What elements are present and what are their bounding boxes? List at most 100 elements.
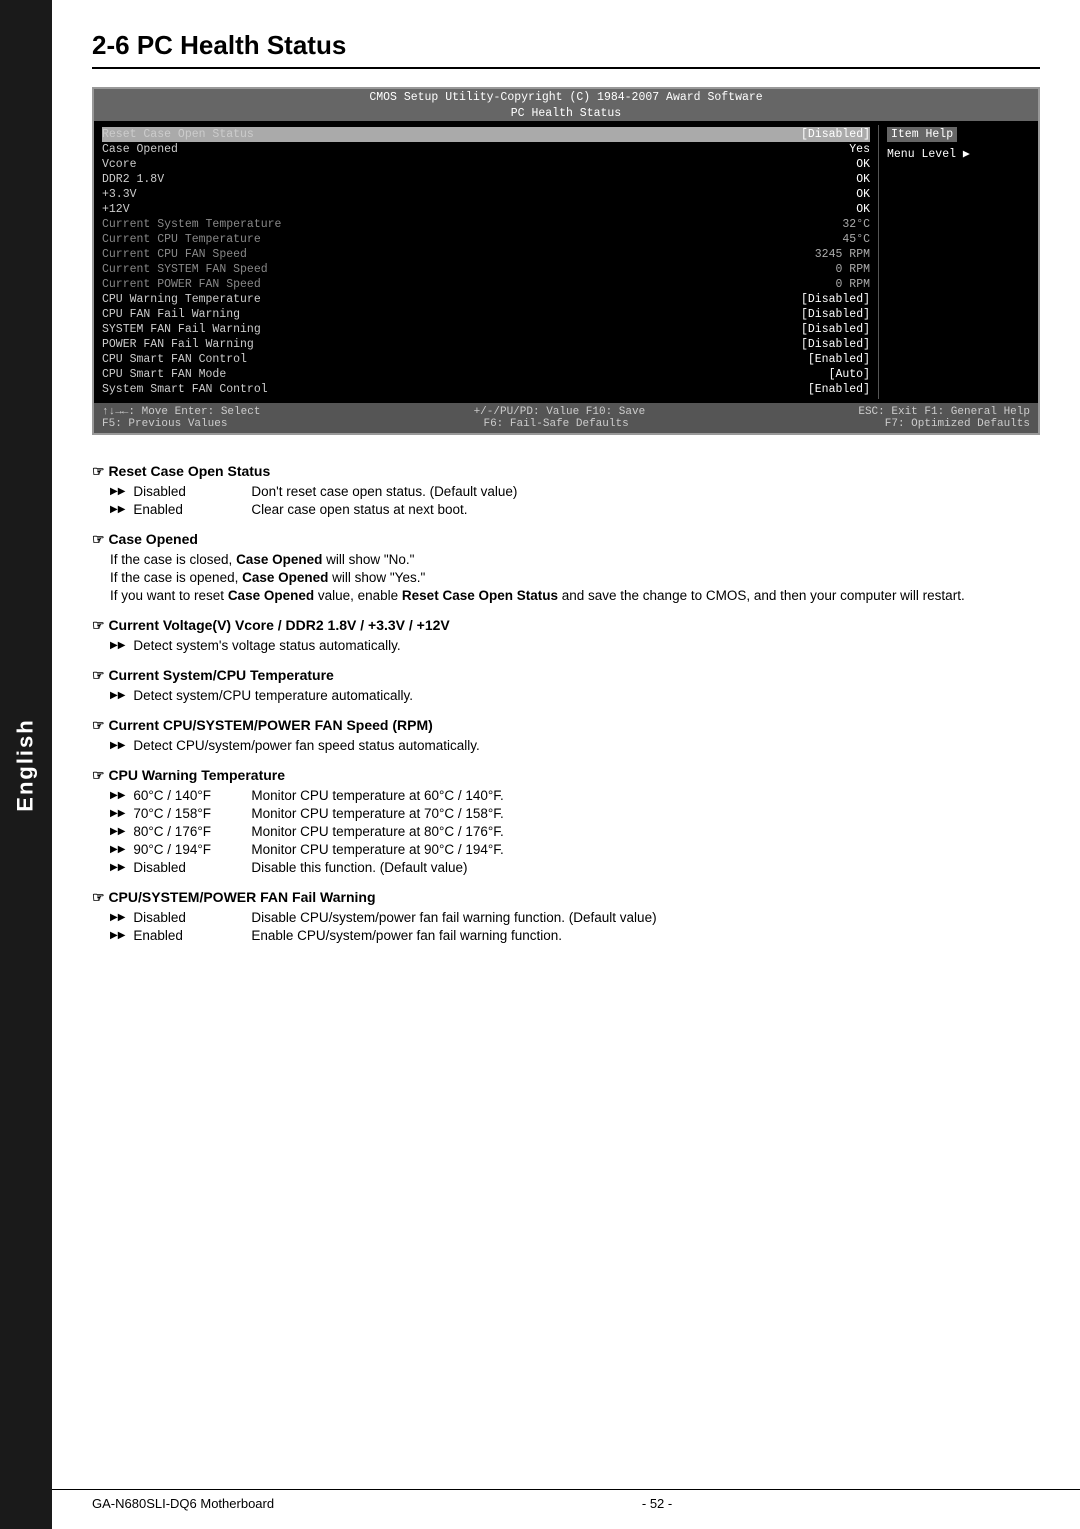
bullet-item: 70°C / 158°F Monitor CPU temperature at 7… [110,806,1040,821]
bullet-item: Detect system's voltage status automatic… [110,638,1040,653]
bullet-desc: Clear case open status at next boot. [251,502,467,517]
section-title: ☞ Current System/CPU Temperature [92,667,1040,684]
section-title: ☞ Current CPU/SYSTEM/POWER FAN Speed (RP… [92,717,1040,734]
section-title: ☞ CPU/SYSTEM/POWER FAN Fail Warning [92,889,1040,906]
section-title: ☞ Reset Case Open Status [92,463,1040,480]
bullet-label: Enabled [133,928,243,943]
footer-page: - 52 - [642,1496,672,1511]
bullet-item: 90°C / 194°F Monitor CPU temperature at 9… [110,842,1040,857]
bullet-item: Detect system/CPU temperature automatica… [110,688,1040,703]
bullet-item: 60°C / 140°F Monitor CPU temperature at 6… [110,788,1040,803]
section-title-text: PC Health Status [137,30,347,60]
section-body: Detect CPU/system/power fan speed status… [92,738,1040,753]
section-title: ☞ Case Opened [92,531,1040,548]
bullet-label: 60°C / 140°F [133,788,243,803]
bios-row: DDR2 1.8VOK [102,172,870,187]
bullet-item: Detect CPU/system/power fan speed status… [110,738,1040,753]
bios-footer-col6: F7: Optimized Defaults [885,418,1030,430]
bios-body: Reset Case Open Status[Disabled]Case Ope… [94,121,1038,403]
para-text: If the case is closed, Case Opened will … [110,552,1040,567]
bios-left-panel: Reset Case Open Status[Disabled]Case Ope… [94,125,878,399]
bullet-label: 70°C / 158°F [133,806,243,821]
bullet-label: Disabled [133,910,243,925]
footer-model: GA-N680SLI-DQ6 Motherboard [92,1496,274,1511]
section-current-fan: ☞ Current CPU/SYSTEM/POWER FAN Speed (RP… [92,717,1040,753]
bios-row: POWER FAN Fail Warning[Disabled] [102,337,870,352]
sections-container: ☞ Reset Case Open Status Disabled Don't re… [92,463,1040,943]
para-text: If the case is opened, Case Opened will … [110,570,1040,585]
page-title: 2-6 PC Health Status [92,30,1040,69]
sidebar-label: English [13,718,39,811]
sidebar: English [0,0,52,1529]
bios-header: CMOS Setup Utility-Copyright (C) 1984-20… [94,89,1038,106]
page-footer: GA-N680SLI-DQ6 Motherboard - 52 - [52,1489,1080,1511]
bullet-desc: Monitor CPU temperature at 60°C / 140°F. [251,788,503,803]
bullet-desc: Detect CPU/system/power fan speed status… [133,738,479,753]
bios-footer-col3: ESC: Exit F1: General Help [858,406,1030,418]
bios-row: Current SYSTEM FAN Speed0 RPM [102,262,870,277]
bullet-desc: Don't reset case open status. (Default v… [251,484,517,499]
section-reset-case: ☞ Reset Case Open Status Disabled Don't re… [92,463,1040,517]
section-title: ☞ CPU Warning Temperature [92,767,1040,784]
bios-row: System Smart FAN Control[Enabled] [102,382,870,397]
section-body: Detect system/CPU temperature automatica… [92,688,1040,703]
bios-row[interactable]: Reset Case Open Status[Disabled] [102,127,870,142]
bullet-desc: Disable CPU/system/power fan fail warnin… [251,910,656,925]
bios-row: VcoreOK [102,157,870,172]
bullet-item: Disabled Disable this function. (Default … [110,860,1040,875]
section-cpu-warning-temp: ☞ CPU Warning Temperature 60°C / 140°F Mon… [92,767,1040,875]
bullet-desc: Monitor CPU temperature at 80°C / 176°F. [251,824,503,839]
menu-level: Menu Level ▶ [887,146,1030,161]
section-body: 60°C / 140°F Monitor CPU temperature at 6… [92,788,1040,875]
bios-footer-col5: F6: Fail-Safe Defaults [483,418,628,430]
bios-footer-col2: +/-/PU/PD: Value F10: Save [474,406,646,418]
bullet-desc: Detect system's voltage status automatic… [133,638,400,653]
bios-footer-col4: F5: Previous Values [102,418,227,430]
bullet-label: Enabled [133,502,243,517]
bios-footer: ↑↓→←: Move Enter: Select +/-/PU/PD: Value… [94,403,1038,433]
bios-row: CPU Smart FAN Control[Enabled] [102,352,870,367]
item-help-title: Item Help [887,127,957,142]
bullet-label: Disabled [133,484,243,499]
main-content: 2-6 PC Health Status CMOS Setup Utility-… [52,0,1080,997]
bios-row: CPU FAN Fail Warning[Disabled] [102,307,870,322]
section-current-temp: ☞ Current System/CPU Temperature Detect s… [92,667,1040,703]
section-current-voltage: ☞ Current Voltage(V) Vcore / DDR2 1.8V /… [92,617,1040,653]
bios-right-panel: Item Help Menu Level ▶ [878,125,1038,399]
bullet-item: Disabled Disable CPU/system/power fan fai… [110,910,1040,925]
bullet-label: Disabled [133,860,243,875]
section-number: 2-6 [92,30,130,60]
bullet-desc: Disable this function. (Default value) [251,860,467,875]
section-body: Disabled Disable CPU/system/power fan fai… [92,910,1040,943]
bios-row: +12VOK [102,202,870,217]
bullet-desc: Monitor CPU temperature at 70°C / 158°F. [251,806,503,821]
bullet-desc: Enable CPU/system/power fan fail warning… [251,928,562,943]
bios-row: CPU Warning Temperature[Disabled] [102,292,870,307]
bios-screen: CMOS Setup Utility-Copyright (C) 1984-20… [92,87,1040,435]
bullet-item: Disabled Don't reset case open status. (D… [110,484,1040,499]
item-help: Item Help Menu Level ▶ [887,127,1030,161]
bios-row: SYSTEM FAN Fail Warning[Disabled] [102,322,870,337]
section-fan-fail-warning: ☞ CPU/SYSTEM/POWER FAN Fail Warning Disab… [92,889,1040,943]
bullet-label: 90°C / 194°F [133,842,243,857]
bios-row: Current CPU Temperature45°C [102,232,870,247]
bullet-item: 80°C / 176°F Monitor CPU temperature at 8… [110,824,1040,839]
bios-row: Case OpenedYes [102,142,870,157]
bios-row: +3.3VOK [102,187,870,202]
bullet-desc: Detect system/CPU temperature automatica… [133,688,413,703]
section-body: Detect system's voltage status automatic… [92,638,1040,653]
section-title: ☞ Current Voltage(V) Vcore / DDR2 1.8V /… [92,617,1040,634]
bullet-item: Enabled Enable CPU/system/power fan fail … [110,928,1040,943]
bios-subheader: PC Health Status [94,106,1038,121]
section-body: Disabled Don't reset case open status. (D… [92,484,1040,517]
section-case-opened: ☞ Case Opened If the case is closed, Case… [92,531,1040,603]
section-body: If the case is closed, Case Opened will … [92,552,1040,603]
para-text: If you want to reset Case Opened value, … [110,588,1040,603]
bios-row: Current POWER FAN Speed0 RPM [102,277,870,292]
bios-row: Current CPU FAN Speed3245 RPM [102,247,870,262]
bullet-desc: Monitor CPU temperature at 90°C / 194°F. [251,842,503,857]
bios-footer-col1: ↑↓→←: Move Enter: Select [102,406,260,418]
bios-row: CPU Smart FAN Mode[Auto] [102,367,870,382]
bullet-item: Enabled Clear case open status at next bo… [110,502,1040,517]
bullet-label: 80°C / 176°F [133,824,243,839]
